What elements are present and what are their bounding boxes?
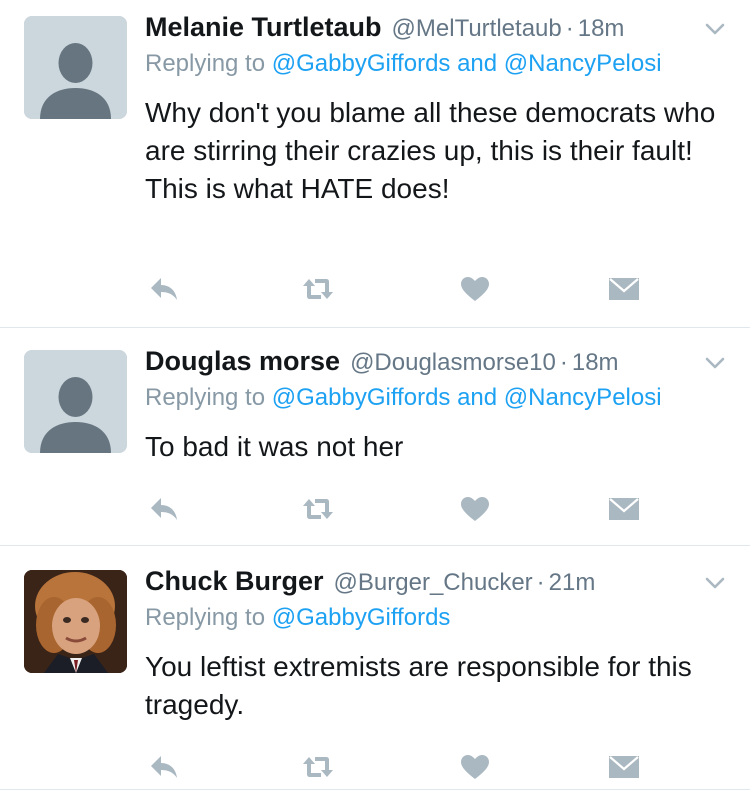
timestamp[interactable]: 18m [578, 15, 625, 43]
replying-to: Replying to @GabbyGiffords and @NancyPel… [145, 50, 726, 82]
separator: · [559, 349, 568, 376]
replying-to: Replying to @GabbyGiffords and @NancyPel… [145, 384, 726, 416]
timestamp[interactable]: 18m [572, 349, 619, 377]
tweet-header: Chuck Burger @Burger_Chucker · 21m [145, 566, 726, 600]
heart-icon[interactable] [458, 494, 492, 524]
heart-icon[interactable] [458, 274, 492, 304]
reply-icon[interactable] [147, 494, 181, 524]
retweet-icon[interactable] [301, 274, 335, 304]
replying-to: Replying to @GabbyGiffords [145, 604, 726, 636]
timestamp[interactable]: 21m [549, 569, 596, 597]
replying-to-link[interactable]: @GabbyGiffords and @NancyPelosi [272, 50, 662, 77]
separator: · [565, 15, 574, 42]
chevron-down-icon[interactable] [704, 352, 726, 374]
replying-to-link[interactable]: @GabbyGiffords and @NancyPelosi [272, 384, 662, 411]
user-handle[interactable]: @Douglasmorse10 [350, 349, 556, 377]
user-name[interactable]: Douglas morse [145, 346, 340, 377]
tweet-text: Why don't you blame all these democrats … [145, 97, 716, 204]
chevron-down-icon[interactable] [704, 572, 726, 594]
reply-icon[interactable] [147, 274, 181, 304]
replying-to-label: Replying to [145, 50, 266, 77]
heart-icon[interactable] [458, 752, 492, 782]
photo-avatar[interactable] [24, 570, 127, 673]
tweet-text: To bad it was not her [145, 431, 404, 462]
user-handle[interactable]: @MelTurtletaub [392, 15, 562, 43]
user-handle[interactable]: @Burger_Chucker [334, 569, 533, 597]
separator: · [536, 569, 545, 596]
replying-to-link[interactable]: @GabbyGiffords [272, 604, 451, 631]
tweet-header: Melanie Turtletaub @MelTurtletaub · 18m [145, 12, 726, 46]
envelope-icon[interactable] [607, 494, 641, 524]
retweet-icon[interactable] [301, 752, 335, 782]
tweet[interactable]: Chuck Burger @Burger_Chucker · 21m Reply… [0, 546, 750, 790]
chevron-down-icon[interactable] [704, 18, 726, 40]
tweet-text: You leftist extremists are responsible f… [145, 651, 692, 720]
default-avatar-icon[interactable] [24, 16, 127, 119]
tweet-header: Douglas morse @Douglasmorse10 · 18m [145, 346, 726, 380]
default-avatar-icon[interactable] [24, 350, 127, 453]
tweet[interactable]: Douglas morse @Douglasmorse10 · 18m Repl… [0, 328, 750, 546]
user-name[interactable]: Chuck Burger [145, 566, 324, 597]
tweet-actions [145, 494, 665, 524]
retweet-icon[interactable] [301, 494, 335, 524]
replying-to-label: Replying to [145, 384, 266, 411]
replying-to-label: Replying to [145, 604, 266, 631]
user-name[interactable]: Melanie Turtletaub [145, 12, 382, 43]
tweet-actions [145, 274, 665, 304]
envelope-icon[interactable] [607, 274, 641, 304]
reply-icon[interactable] [147, 752, 181, 782]
tweet[interactable]: Melanie Turtletaub @MelTurtletaub · 18m … [0, 0, 750, 328]
envelope-icon[interactable] [607, 752, 641, 782]
tweet-actions [145, 752, 665, 782]
